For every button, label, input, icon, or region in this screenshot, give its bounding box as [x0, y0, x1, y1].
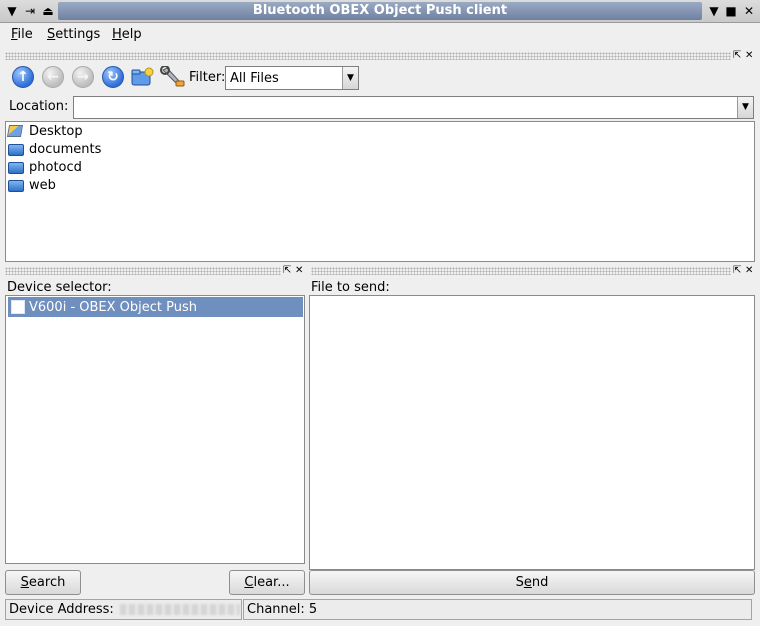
forward-arrow-icon[interactable]: →	[72, 66, 94, 88]
file-name: documents	[29, 141, 102, 157]
status-channel: Channel: 5	[243, 599, 752, 620]
phone-icon	[11, 300, 25, 314]
reload-icon[interactable]: ↻	[102, 66, 124, 88]
folder-icon	[8, 178, 24, 192]
file-name: Desktop	[29, 123, 83, 139]
clear-button[interactable]: Clear...	[229, 570, 305, 595]
device-address-label: Device Address:	[9, 602, 114, 617]
dock-close-icon[interactable]: ✕	[295, 266, 303, 276]
dock-close-icon[interactable]: ✕	[745, 51, 753, 61]
device-list-item[interactable]: V600i - OBEX Object Push	[8, 297, 303, 317]
filter-dropdown[interactable]: All Files ▼	[225, 66, 359, 90]
desktop-icon	[6, 124, 24, 138]
chevron-down-icon[interactable]: ▼	[737, 97, 753, 118]
title-bar: ▼ ⇥ ⏏ Bluetooth OBEX Object Push client …	[0, 0, 760, 23]
minimize-icon[interactable]: ▼	[706, 3, 722, 19]
undock-icon[interactable]: ⇱	[733, 51, 741, 61]
dock-handle-top[interactable]	[5, 52, 731, 60]
channel-text: Channel: 5	[247, 602, 318, 617]
device-address-value-redacted	[119, 604, 240, 615]
device-selector-label: Device selector:	[7, 280, 112, 295]
list-item[interactable]: web	[8, 176, 56, 194]
location-label: Location:	[9, 99, 69, 114]
list-item[interactable]: photocd	[8, 158, 82, 176]
back-arrow-icon[interactable]: ←	[42, 66, 64, 88]
file-browser-list[interactable]: Desktop documents photocd web	[5, 121, 755, 262]
folder-icon	[8, 142, 24, 156]
menu-bar: File Settings Help	[0, 24, 760, 46]
maximize-icon[interactable]: ■	[723, 3, 739, 19]
location-input[interactable]: ▼	[73, 96, 754, 119]
device-list[interactable]: V600i - OBEX Object Push	[5, 295, 305, 564]
filter-label: Filter:	[189, 70, 226, 85]
list-item[interactable]: documents	[8, 140, 101, 158]
send-button[interactable]: Send	[309, 570, 755, 595]
close-icon[interactable]: ✕	[741, 3, 757, 19]
filter-value: All Files	[230, 71, 279, 86]
menu-help[interactable]: Help	[112, 27, 142, 42]
menu-settings[interactable]: Settings	[47, 27, 100, 42]
search-button[interactable]: Search	[5, 570, 81, 595]
dock-handle-device[interactable]	[5, 267, 281, 275]
dock-handle-send[interactable]	[311, 267, 731, 275]
device-name: V600i - OBEX Object Push	[29, 299, 198, 315]
file-name: web	[29, 177, 56, 193]
file-to-send-area[interactable]	[309, 295, 755, 570]
chevron-down-icon[interactable]: ▼	[342, 67, 358, 89]
file-to-send-label: File to send:	[311, 280, 390, 295]
window-menu-icon[interactable]: ▼	[4, 3, 20, 19]
new-folder-icon[interactable]	[131, 66, 154, 88]
folder-icon	[8, 160, 24, 174]
status-device-address: Device Address:	[5, 599, 242, 620]
undock-icon[interactable]: ⇱	[283, 266, 291, 276]
list-item[interactable]: Desktop	[6, 122, 83, 140]
window-title: Bluetooth OBEX Object Push client	[58, 2, 702, 20]
settings-wrench-icon[interactable]	[160, 65, 185, 88]
sticky-icon[interactable]: ⇥	[22, 3, 38, 19]
undock-icon[interactable]: ⇱	[733, 266, 741, 276]
up-arrow-icon[interactable]: ↑	[12, 66, 34, 88]
dock-close-icon[interactable]: ✕	[745, 266, 753, 276]
file-name: photocd	[29, 159, 82, 175]
shade-icon[interactable]: ⏏	[40, 3, 56, 19]
menu-file[interactable]: File	[11, 27, 33, 42]
